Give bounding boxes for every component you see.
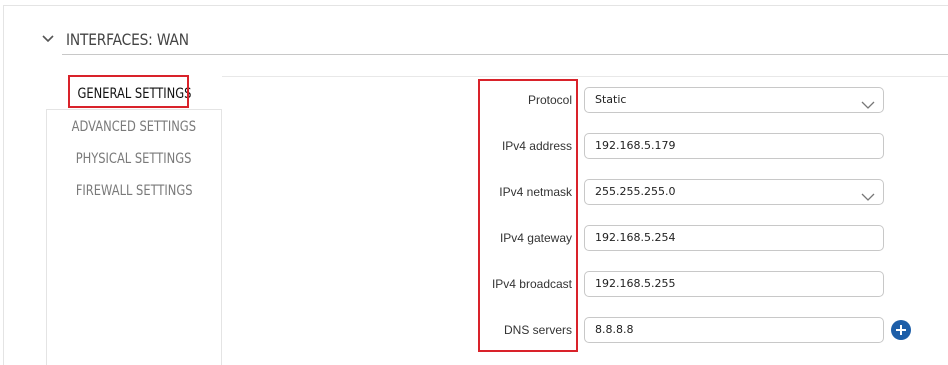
chevron-down-icon (861, 95, 875, 109)
ipv4-gateway-input[interactable]: 192.168.5.254 (584, 225, 884, 251)
tab-label: FIREWALL SETTINGS (75, 183, 193, 199)
section-header[interactable]: INTERFACES: WAN (40, 24, 209, 54)
add-dns-server-button[interactable] (891, 320, 911, 340)
protocol-value: Static (595, 93, 627, 106)
ipv4-address-input[interactable]: 192.168.5.179 (584, 133, 884, 159)
ipv4-broadcast-value: 192.168.5.255 (595, 277, 676, 290)
protocol-select[interactable]: Static (584, 87, 884, 113)
ipv4-address-value: 192.168.5.179 (595, 139, 676, 152)
dns-servers-value: 8.8.8.8 (595, 323, 634, 336)
tab-physical-settings[interactable]: PHYSICAL SETTINGS (46, 151, 222, 167)
tab-advanced-settings[interactable]: ADVANCED SETTINGS (46, 119, 222, 135)
header-divider (62, 54, 948, 55)
chevron-down-icon[interactable] (40, 31, 56, 47)
tab-label: ADVANCED SETTINGS (71, 119, 197, 135)
chevron-down-icon (861, 187, 875, 201)
plus-icon (896, 325, 906, 335)
ipv4-netmask-select[interactable]: 255.255.255.0 (584, 179, 884, 205)
section-title: INTERFACES: WAN (66, 29, 189, 49)
highlight-box-labels (478, 79, 578, 352)
ipv4-gateway-value: 192.168.5.254 (595, 231, 676, 244)
dns-servers-input[interactable]: 8.8.8.8 (584, 317, 884, 343)
highlight-box-tab (68, 75, 189, 108)
ipv4-netmask-value: 255.255.255.0 (595, 185, 676, 198)
tab-firewall-settings[interactable]: FIREWALL SETTINGS (46, 183, 222, 199)
ipv4-broadcast-input[interactable]: 192.168.5.255 (584, 271, 884, 297)
tab-label: PHYSICAL SETTINGS (76, 151, 192, 167)
